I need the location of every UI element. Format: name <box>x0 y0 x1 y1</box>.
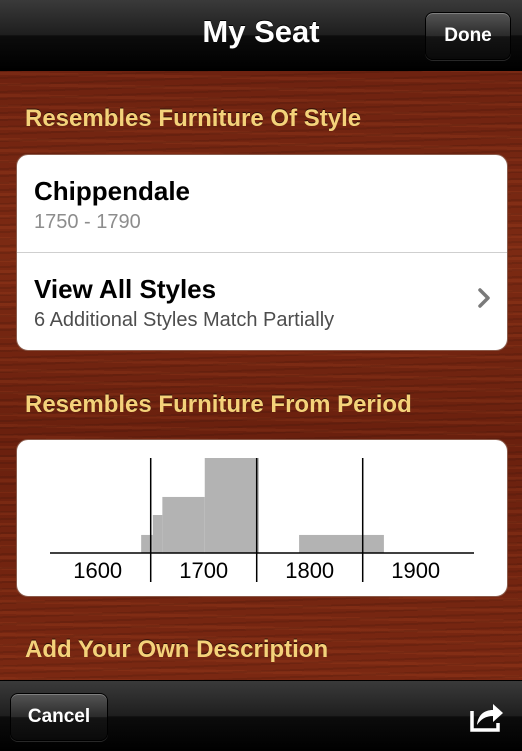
period-section-header: Resembles Furniture From Period <box>25 391 412 418</box>
cancel-button[interactable]: Cancel <box>10 693 108 741</box>
done-button[interactable]: Done <box>425 12 511 60</box>
x-tick-label: 1900 <box>391 558 440 583</box>
style-row-chippendale[interactable]: Chippendale 1750 - 1790 <box>17 155 507 252</box>
period-chart-card: 1600 1700 1800 1900 <box>16 439 508 597</box>
share-icon[interactable] <box>468 697 506 735</box>
bottom-toolbar: Cancel <box>0 680 522 751</box>
period-bar-2 <box>162 496 205 553</box>
view-all-styles-row[interactable]: View All Styles 6 Additional Styles Matc… <box>17 252 507 350</box>
description-section-header: Add Your Own Description <box>25 636 329 663</box>
x-tick-label: 1600 <box>73 558 122 583</box>
additional-styles-note: 6 Additional Styles Match Partially <box>34 309 335 331</box>
period-chart: 1600 1700 1800 1900 <box>50 458 474 583</box>
view-all-styles-label: View All Styles <box>34 274 217 304</box>
style-card: Chippendale 1750 - 1790 View All Styles … <box>16 154 508 351</box>
style-section-header: Resembles Furniture Of Style <box>25 105 362 132</box>
period-bar-3 <box>204 458 259 553</box>
x-tick-label: 1700 <box>179 558 228 583</box>
x-tick-label: 1800 <box>285 558 334 583</box>
period-bar-1 <box>152 515 163 553</box>
period-bar-4 <box>299 534 384 553</box>
style-name: Chippendale <box>34 176 191 206</box>
chevron-right-icon <box>478 288 490 308</box>
style-years: 1750 - 1790 <box>34 211 141 233</box>
navigation-bar: My Seat Done <box>0 0 522 71</box>
